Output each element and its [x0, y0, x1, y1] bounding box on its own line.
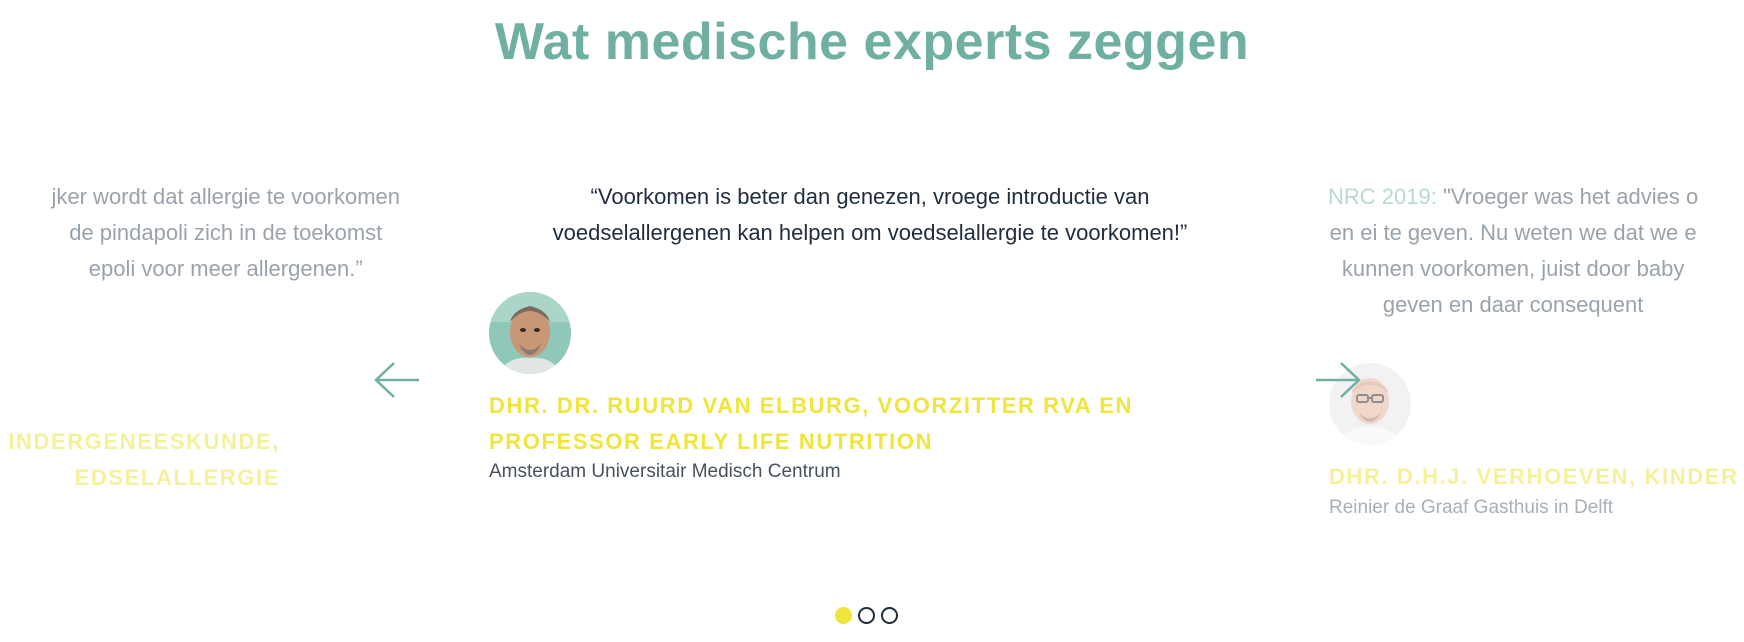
quote-line: kunnen voorkomen, juist door baby	[1341, 256, 1685, 281]
name-line: PROFESSOR EARLY LIFE NUTRITION	[489, 429, 934, 454]
quote-line: epoli voor meer allergenen.”	[88, 256, 363, 281]
name-line: EDSELALLERGIE	[74, 465, 280, 490]
quote-source: NRC 2019:	[1328, 184, 1437, 209]
arrow-left-icon[interactable]	[373, 360, 421, 405]
quote-line: geven en daar consequent	[1382, 292, 1644, 317]
quote-line: "Vroeger was het advies o	[1442, 184, 1699, 209]
carousel-pagination	[835, 607, 898, 624]
previous-testimonial-quote: jker wordt dat allergie te voorkomen de …	[52, 179, 401, 287]
quote-line: voedselallergenen kan helpen om voedsela…	[552, 220, 1188, 245]
quote-line: jker wordt dat allergie te voorkomen	[51, 184, 401, 209]
testimonial-quote: “Voorkomen is beter dan genezen, vroege …	[470, 179, 1270, 251]
pagination-dot-2[interactable]	[858, 607, 875, 624]
quote-line: en ei te geven. Nu weten we dat we e	[1329, 220, 1697, 245]
pagination-dot-1[interactable]	[835, 607, 852, 624]
section-title: Wat medische experts zeggen	[494, 13, 1250, 71]
expert-name: DHR. DR. RUURD VAN ELBURG, VOORZITTER RV…	[489, 388, 1133, 460]
next-expert-organization: Reinier de Graaf Gasthuis in Delft	[1329, 497, 1614, 518]
pagination-dot-3[interactable]	[881, 607, 898, 624]
name-line: DHR. DR. RUURD VAN ELBURG, VOORZITTER RV…	[489, 393, 1134, 418]
next-testimonial-quote: NRC 2019: "Vroeger was het advies o en e…	[1328, 179, 1698, 323]
quote-line: de pindapoli zich in de toekomst	[69, 220, 383, 245]
arrow-right-icon[interactable]	[1314, 360, 1362, 405]
previous-testimonial-name: INDERGENEESKUNDE, EDSELALLERGIE	[8, 424, 280, 496]
quote-line: “Voorkomen is beter dan genezen, vroege …	[590, 184, 1150, 209]
expert-organization: Amsterdam Universitair Medisch Centrum	[489, 461, 841, 482]
next-expert-name: DHR. D.H.J. VERHOEVEN, KINDER	[1329, 464, 1739, 489]
expert-avatar	[489, 292, 571, 374]
name-line: INDERGENEESKUNDE,	[8, 429, 280, 454]
